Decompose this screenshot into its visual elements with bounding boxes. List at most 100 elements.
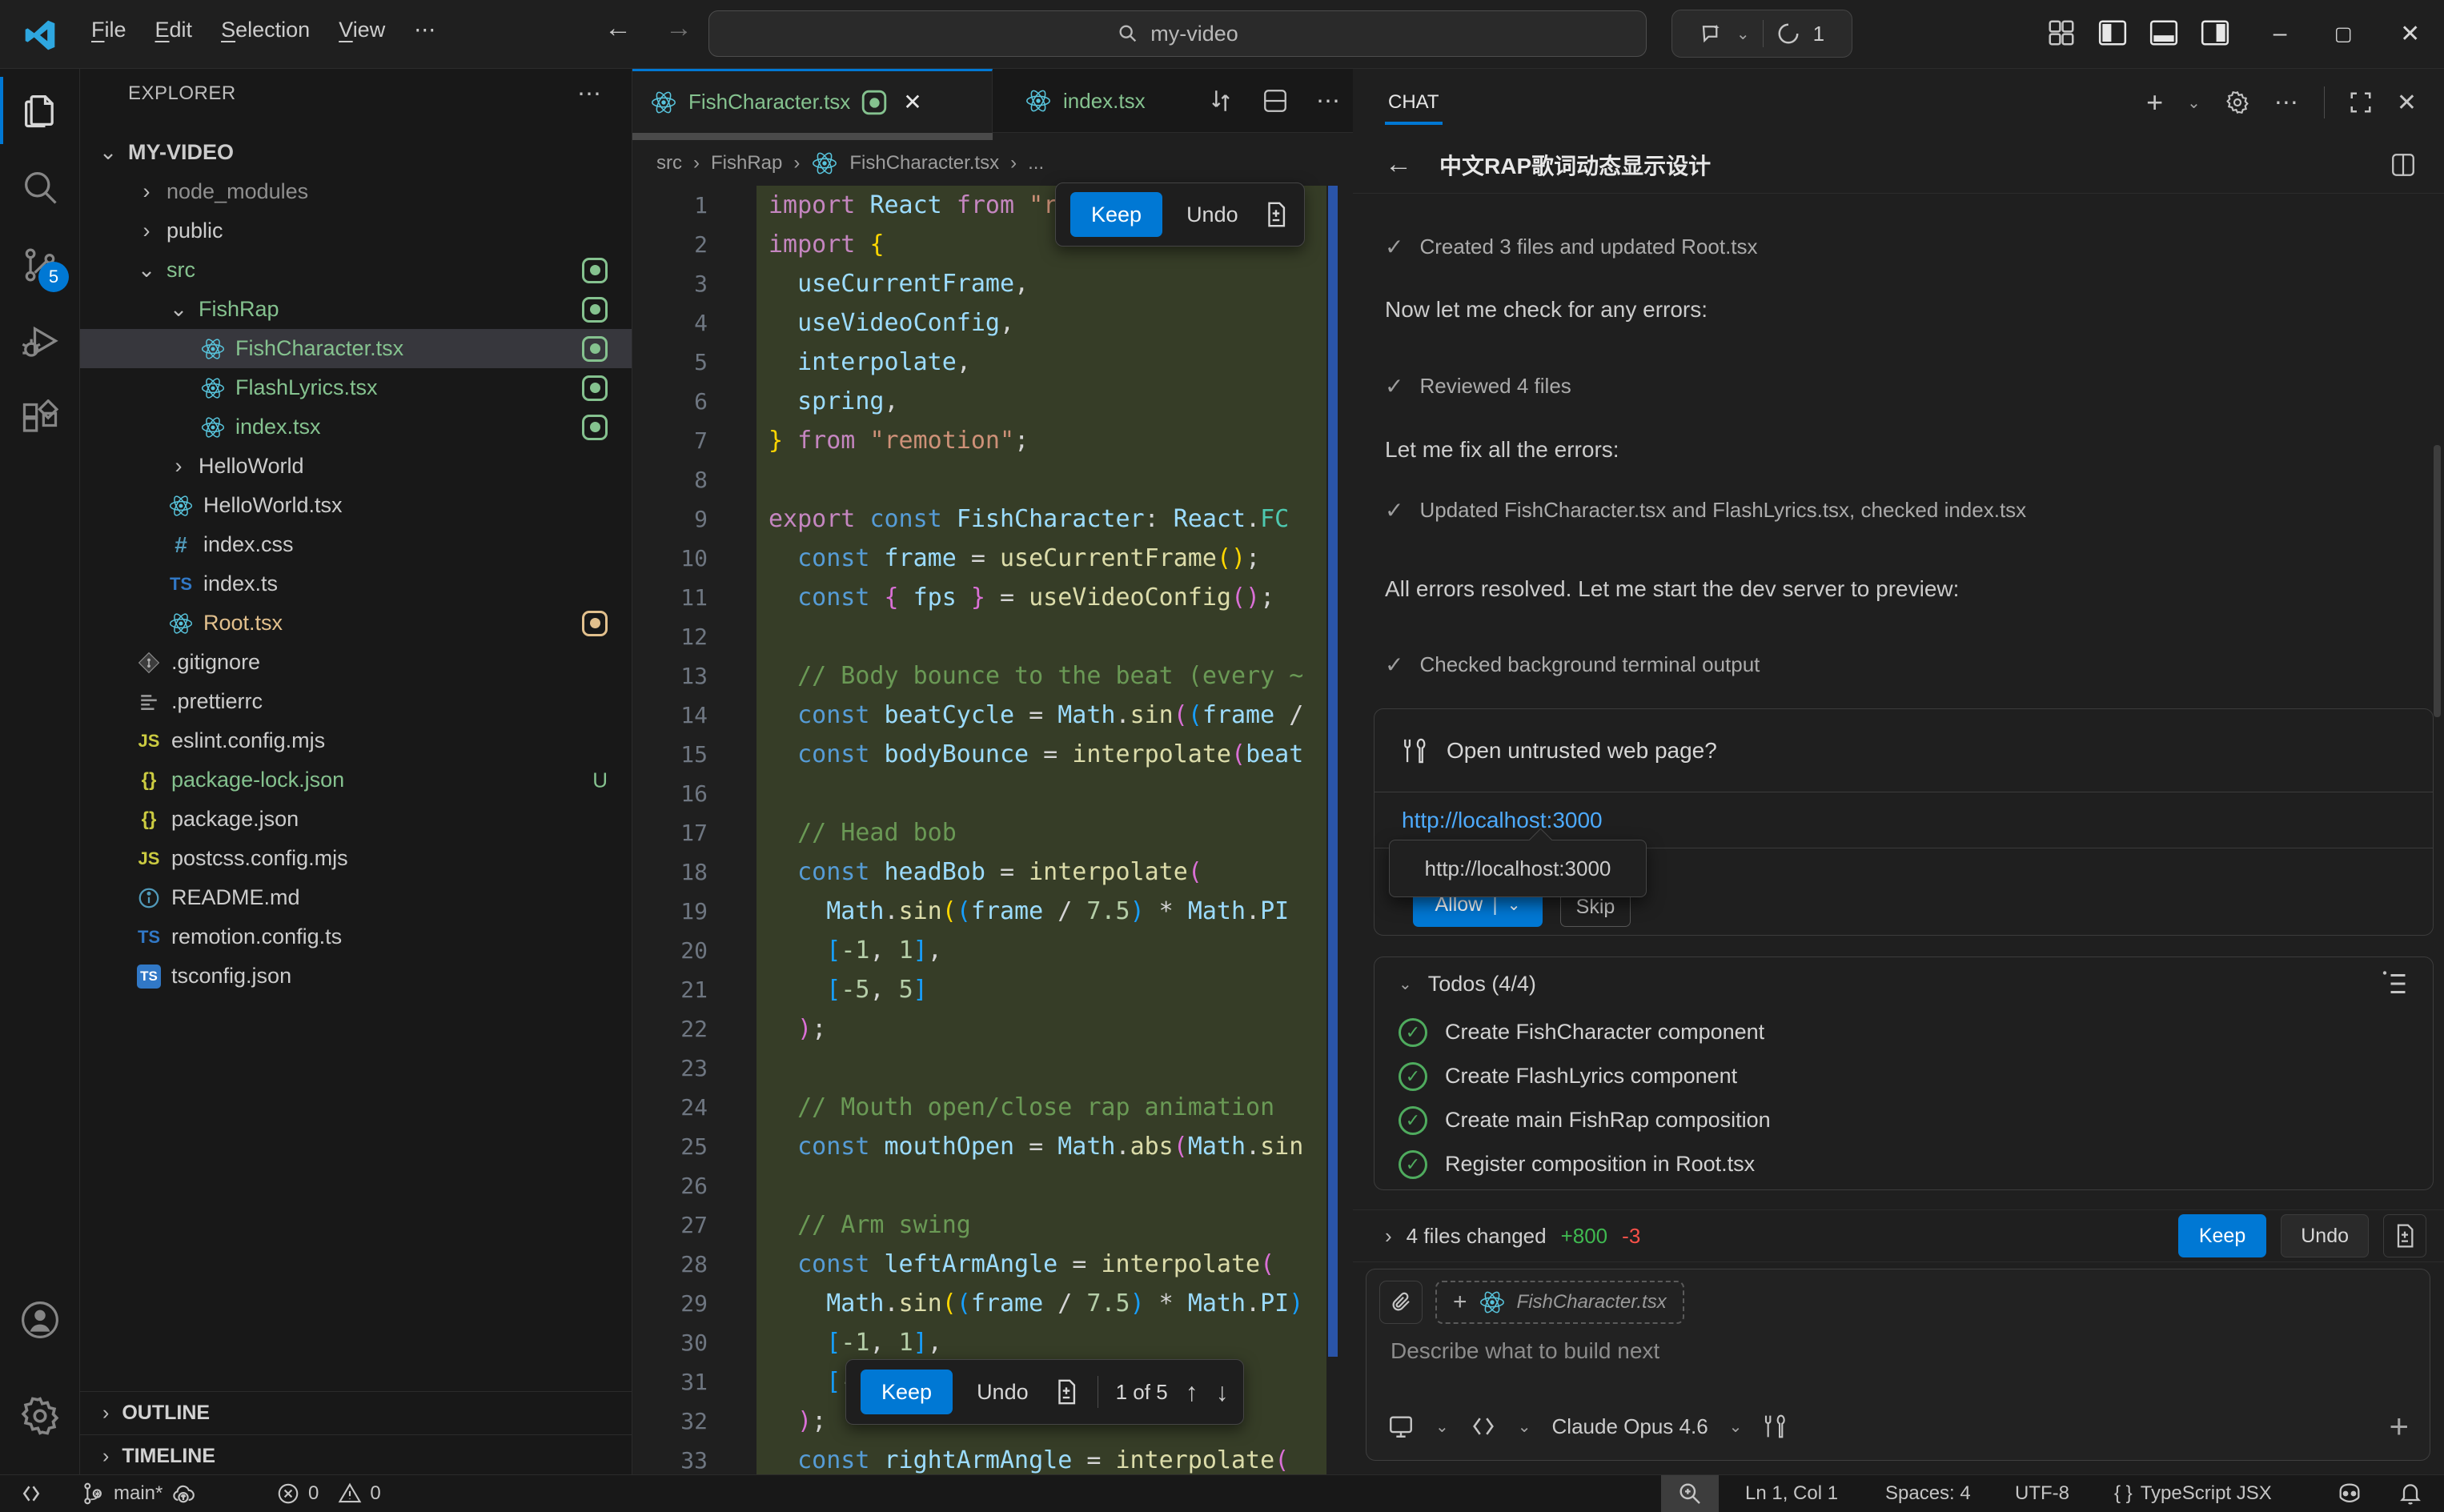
- tree-item-helloworld[interactable]: ›HelloWorld: [80, 447, 632, 486]
- tools-icon[interactable]: [1763, 1414, 1788, 1439]
- menu-selection[interactable]: Selection: [207, 10, 324, 50]
- window-minimize-button[interactable]: –: [2273, 20, 2287, 47]
- activity-source-control[interactable]: 5: [0, 227, 80, 303]
- cursor-position[interactable]: Ln 1, Col 1: [1745, 1475, 1838, 1512]
- tree-item-tsconfig-json[interactable]: TStsconfig.json: [80, 957, 632, 996]
- new-chat-icon[interactable]: +: [2146, 86, 2163, 119]
- activity-accounts[interactable]: [0, 1281, 80, 1358]
- tree-item-remotion-config-ts[interactable]: TSremotion.config.ts: [80, 917, 632, 957]
- activity-explorer[interactable]: [0, 72, 80, 149]
- tree-item-fishcharacter-tsx[interactable]: FishCharacter.tsx: [80, 329, 632, 368]
- tree-item-helloworld-tsx[interactable]: HelloWorld.tsx: [80, 486, 632, 525]
- chat-scrollbar[interactable]: [2434, 445, 2441, 717]
- activity-search[interactable]: [0, 149, 80, 226]
- chevron-down-icon[interactable]: ⌄: [2187, 93, 2201, 113]
- open-in-editor-icon[interactable]: [2390, 151, 2417, 178]
- context-chip[interactable]: + FishCharacter.tsx: [1435, 1281, 1684, 1324]
- menu-file[interactable]: File: [77, 10, 141, 50]
- tree-item-index-tsx[interactable]: index.tsx: [80, 407, 632, 447]
- localhost-link[interactable]: http://localhost:3000: [1402, 808, 1603, 833]
- timeline-section[interactable]: ›TIMELINE: [80, 1434, 632, 1478]
- window-close-button[interactable]: ✕: [2400, 20, 2420, 48]
- keep-button[interactable]: Keep: [861, 1370, 953, 1414]
- agent-mode-icon[interactable]: [1387, 1413, 1415, 1440]
- tree-item-package-json[interactable]: {}package.json: [80, 800, 632, 839]
- tab-close-icon[interactable]: ✕: [903, 89, 921, 115]
- split-editor-icon[interactable]: [1262, 87, 1289, 114]
- tab-fishcharacter[interactable]: FishCharacter.tsx ✕: [632, 69, 993, 133]
- gear-icon[interactable]: [2225, 90, 2250, 115]
- encoding[interactable]: UTF-8: [2015, 1475, 2069, 1512]
- sidebar-more-icon[interactable]: ⋯: [577, 80, 603, 108]
- file-diff-icon[interactable]: [1262, 201, 1290, 228]
- files-changed-bar[interactable]: › 4 files changed +800 -3 Keep Undo: [1353, 1209, 2444, 1262]
- activity-extensions[interactable]: [0, 382, 80, 459]
- tree-item-my-video[interactable]: ⌄MY-VIDEO: [80, 133, 632, 172]
- tree-item-index-css[interactable]: #index.css: [80, 525, 632, 564]
- activity-run-debug[interactable]: [0, 304, 80, 381]
- tree-item-public[interactable]: ›public: [80, 211, 632, 251]
- chat-more-icon[interactable]: ⋯: [2274, 89, 2300, 117]
- nav-back-icon[interactable]: ←: [604, 13, 632, 44]
- tree-item--gitignore[interactable]: .gitignore: [80, 643, 632, 682]
- chevron-down-icon[interactable]: ⌄: [1435, 1417, 1449, 1437]
- problems-item[interactable]: 0 0: [276, 1475, 381, 1512]
- compare-changes-icon[interactable]: [1207, 87, 1234, 114]
- tree-item-readme-md[interactable]: README.md: [80, 878, 632, 917]
- tree-item-src[interactable]: ⌄src: [80, 251, 632, 290]
- notifications[interactable]: [2398, 1475, 2423, 1512]
- chevron-down-icon[interactable]: ⌄: [1729, 1417, 1743, 1437]
- keep-button[interactable]: Keep: [1070, 192, 1162, 237]
- back-icon[interactable]: ←: [1385, 149, 1412, 180]
- overview-ruler[interactable]: [1327, 186, 1338, 1357]
- command-center-search[interactable]: my-video: [708, 10, 1647, 57]
- language-mode[interactable]: { }TypeScript JSX: [2114, 1475, 2272, 1512]
- model-picker[interactable]: Claude Opus 4.6: [1552, 1414, 1708, 1439]
- window-maximize-button[interactable]: ▢: [2334, 22, 2353, 46]
- toggle-primary-sidebar-icon[interactable]: [2097, 18, 2128, 48]
- keep-button[interactable]: Keep: [2178, 1214, 2266, 1257]
- customize-layout-icon[interactable]: [2046, 18, 2077, 48]
- toggle-secondary-sidebar-icon[interactable]: [2200, 18, 2230, 48]
- prev-change-icon[interactable]: ↑: [1186, 1378, 1198, 1407]
- tab-scrollbar[interactable]: [632, 133, 993, 140]
- zoom-status-item[interactable]: [1661, 1475, 1719, 1512]
- attach-button[interactable]: [1379, 1281, 1423, 1324]
- outline-section[interactable]: ›OUTLINE: [80, 1391, 632, 1434]
- menu-view[interactable]: View: [324, 10, 399, 50]
- maximize-panel-icon[interactable]: [2349, 90, 2373, 114]
- activity-settings[interactable]: [0, 1378, 80, 1454]
- copilot-status[interactable]: [2336, 1475, 2363, 1512]
- tree-item-eslint-config-mjs[interactable]: JSeslint.config.mjs: [80, 721, 632, 760]
- next-change-icon[interactable]: ↓: [1216, 1378, 1229, 1407]
- checklist-icon[interactable]: [2380, 969, 2409, 998]
- tree-item-flashlyrics-tsx[interactable]: FlashLyrics.tsx: [80, 368, 632, 407]
- tree-item-postcss-config-mjs[interactable]: JSpostcss.config.mjs: [80, 839, 632, 878]
- menu-edit[interactable]: Edit: [141, 10, 207, 50]
- session-spinner-icon[interactable]: [1776, 22, 1800, 46]
- nav-forward-icon[interactable]: →: [665, 13, 692, 44]
- indentation[interactable]: Spaces: 4: [1885, 1475, 1971, 1512]
- chevron-down-icon[interactable]: ⌄: [1736, 24, 1750, 44]
- remote-indicator[interactable]: [19, 1475, 43, 1512]
- toggle-panel-icon[interactable]: [2149, 18, 2179, 48]
- chat-input-box[interactable]: + FishCharacter.tsx Describe what to bui…: [1366, 1269, 2430, 1461]
- git-branch-item[interactable]: ✱ main*: [80, 1475, 196, 1512]
- tree-item-node-modules[interactable]: ›node_modules: [80, 172, 632, 211]
- undo-button[interactable]: Undo: [2281, 1214, 2369, 1257]
- code-editor[interactable]: 1import React from "react";2import {3 us…: [632, 186, 1327, 1474]
- chevron-down-icon[interactable]: ⌄: [1399, 974, 1412, 994]
- tree-item-root-tsx[interactable]: Root.tsx: [80, 604, 632, 643]
- chat-panel-tab[interactable]: CHAT: [1388, 91, 1439, 114]
- undo-button[interactable]: Undo: [1180, 192, 1245, 237]
- tree-item--prettierrc[interactable]: .prettierrc: [80, 682, 632, 721]
- editor-more-icon[interactable]: ⋯: [1316, 87, 1342, 115]
- breadcrumb[interactable]: src› FishRap› FishCharacter.tsx› ...: [656, 142, 1044, 184]
- tab-index[interactable]: index.tsx: [1007, 69, 1223, 133]
- file-diff-icon[interactable]: [1053, 1378, 1080, 1406]
- tree-item-fishrap[interactable]: ⌄FishRap: [80, 290, 632, 329]
- menu-overflow-icon[interactable]: ⋯: [399, 10, 451, 50]
- copilot-chat-icon[interactable]: [1700, 22, 1724, 46]
- tree-item-package-lock-json[interactable]: {}package-lock.jsonU: [80, 760, 632, 800]
- tree-item-index-ts[interactable]: TSindex.ts: [80, 564, 632, 604]
